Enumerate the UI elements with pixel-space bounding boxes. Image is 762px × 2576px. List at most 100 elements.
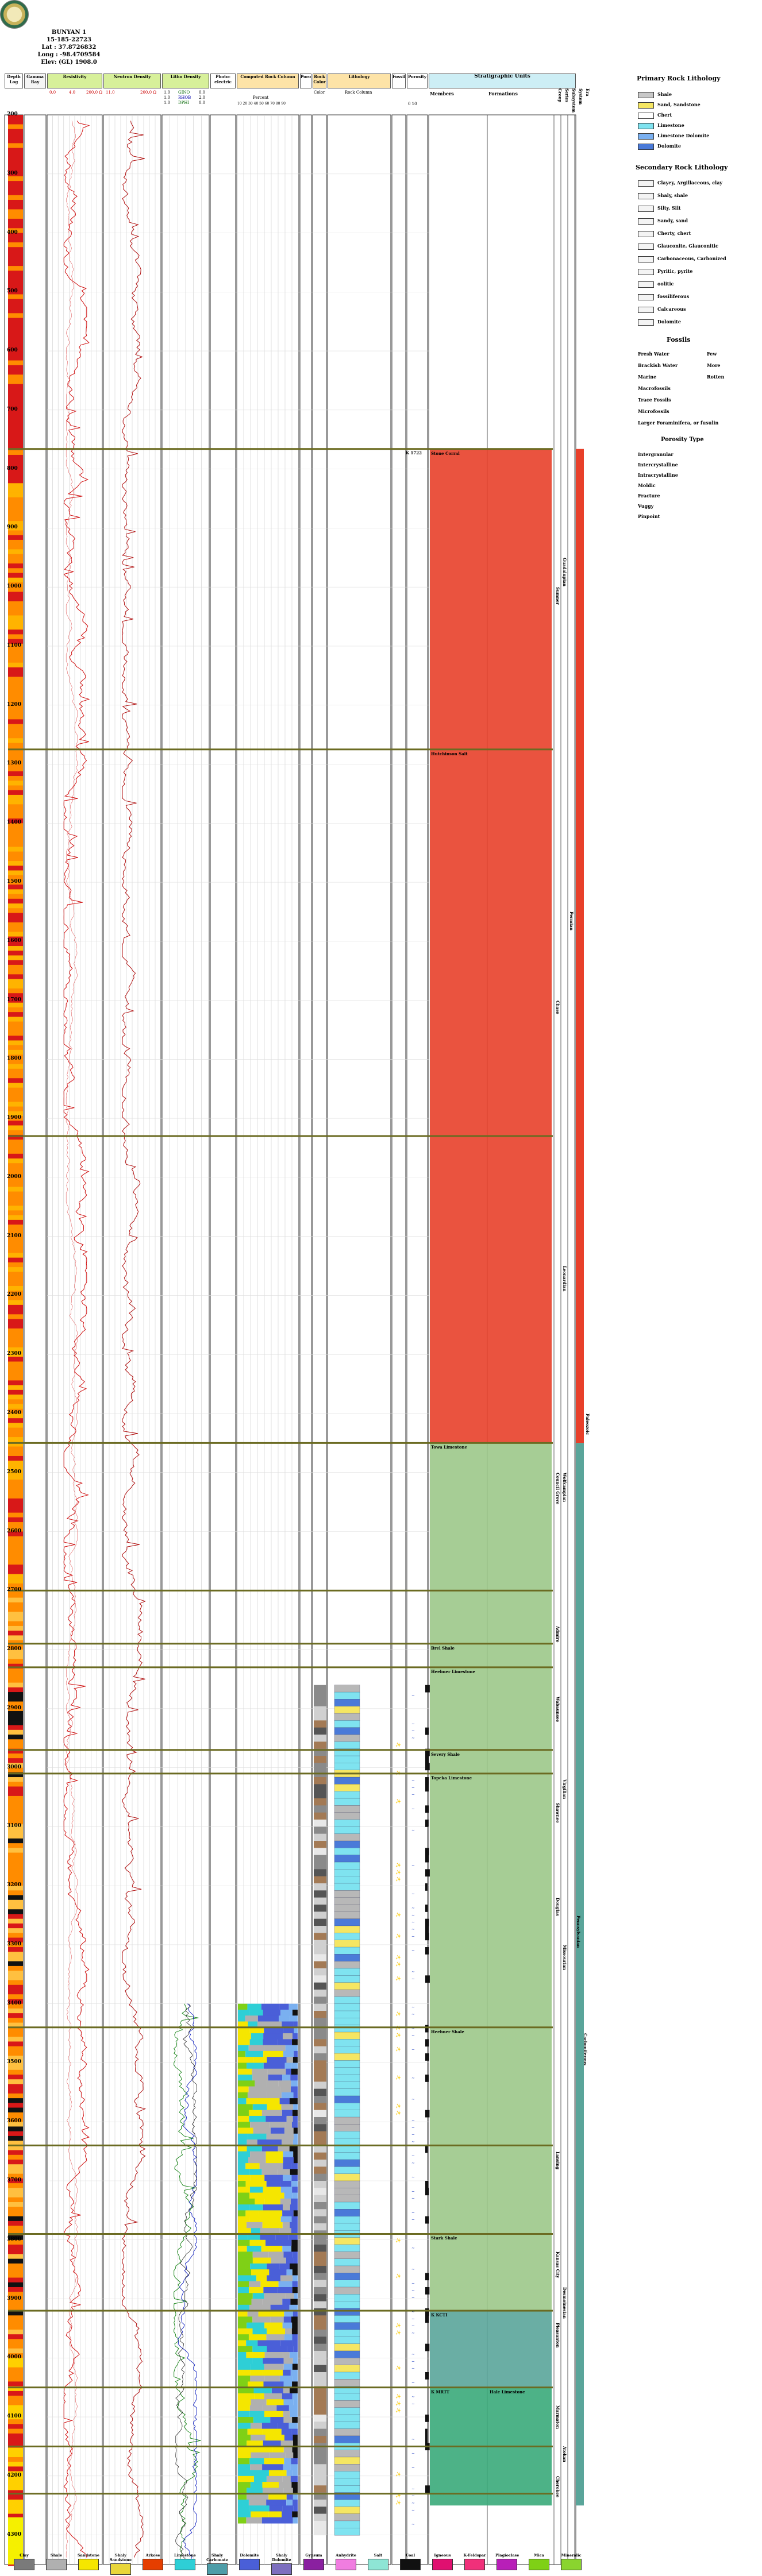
- gamma-block: [8, 1725, 23, 1731]
- gamma-block: [8, 497, 23, 503]
- gamma-block: [8, 549, 23, 555]
- computed-rock-segment: [282, 2322, 293, 2329]
- computed-rock-segment: [263, 2009, 281, 2016]
- lithology-block: [334, 1876, 360, 1884]
- fossil-symbol: ✨: [395, 2323, 401, 2328]
- computed-rock-segment: [292, 2363, 298, 2370]
- gamma-block: [8, 1366, 23, 1372]
- gamma-block: [8, 1144, 23, 1150]
- computed-rock-segment: [291, 2239, 298, 2246]
- gamma-block: [8, 983, 23, 989]
- lithology-block: [334, 2520, 360, 2528]
- rock-color-swatch: [314, 2499, 326, 2507]
- lithology-block: [334, 1840, 360, 1849]
- fossil-abundance-label: Rotten: [707, 374, 725, 380]
- rock-color-swatch: [314, 1897, 326, 1905]
- gamma-block: [8, 2315, 23, 2321]
- bottom-legend-item: Coal: [399, 2553, 422, 2570]
- rock-color-swatch: [314, 2244, 326, 2252]
- computed-rock-segment: [250, 2369, 263, 2376]
- gamma-block: [8, 384, 23, 389]
- computed-rock-segment: [293, 2057, 298, 2063]
- depth-label: 500: [7, 288, 18, 295]
- gamma-block: [8, 483, 23, 489]
- gamma-block: [8, 148, 23, 153]
- rock-color-swatch: [314, 2152, 326, 2160]
- gamma-block: [8, 2287, 23, 2292]
- legend-swatch: [638, 91, 654, 98]
- computed-rock-segment: [251, 2033, 264, 2040]
- porosity-symbol: ∼: [411, 2501, 415, 2505]
- lithology-block: [334, 2513, 360, 2521]
- computed-rock-segment: [262, 2299, 283, 2305]
- bottom-legend-label: Mica: [534, 2553, 544, 2558]
- gamma-block: [8, 715, 23, 720]
- gamma-block: [8, 1036, 23, 1041]
- computed-rock-segment: [293, 2311, 298, 2317]
- lithology-block: [334, 2464, 360, 2472]
- gamma-block: [8, 889, 23, 895]
- computed-rock-segment: [286, 2257, 294, 2264]
- gamma-block: [8, 2263, 23, 2269]
- porosity-symbol: ∼: [411, 2125, 415, 2130]
- computed-rock-segment: [261, 2169, 278, 2176]
- lithology-block: [334, 2244, 360, 2252]
- porosity-symbol: ∼: [411, 2267, 415, 2272]
- legend-label: Dolomite: [657, 319, 681, 325]
- rock-color-swatch: [314, 2039, 326, 2047]
- computed-rock-segment: [280, 2275, 293, 2282]
- computed-rock-segment: [253, 2057, 267, 2063]
- gamma-block: [8, 1508, 23, 1513]
- rock-color-swatch: [314, 1763, 326, 1771]
- lithology-block: [334, 2322, 360, 2330]
- computed-rock-segment: [291, 2328, 298, 2335]
- rock-color-swatch: [314, 1692, 326, 1700]
- legend-swatch: [638, 143, 654, 150]
- rock-color-swatch: [314, 2478, 326, 2486]
- group-label: Wabaunsee: [555, 1697, 560, 1723]
- gamma-block: [8, 728, 23, 734]
- computed-rock-segment: [257, 2015, 279, 2022]
- lithology-block: [334, 1940, 360, 1948]
- gamma-block: [8, 2197, 23, 2203]
- bottom-legend-swatch: [271, 2563, 292, 2575]
- legend-label: Vuggy: [638, 503, 654, 509]
- lithology-block: [334, 1755, 360, 1764]
- gamma-block: [8, 573, 23, 578]
- bottom-legend-item: Shaly Sandstone: [109, 2553, 132, 2575]
- gamma-block: [8, 544, 23, 550]
- computed-rock-segment: [290, 2411, 298, 2417]
- lithology-block: [334, 2088, 360, 2096]
- porosity-symbol: ∼: [411, 2380, 415, 2385]
- legend-label: Limestone Dolomite: [657, 133, 710, 138]
- computed-rock-segment: [268, 2075, 282, 2081]
- legend-label: Dolomite: [657, 143, 681, 149]
- legend-swatch: [638, 112, 654, 119]
- gamma-block: [8, 2159, 23, 2165]
- formation-top-line: [8, 1589, 553, 1592]
- rock-color-swatch: [314, 2421, 326, 2430]
- gamma-block: [8, 1272, 23, 1277]
- porosity-symbol: ∼: [411, 2401, 415, 2406]
- gamma-block: [8, 2447, 23, 2453]
- rock-color-swatch: [314, 2428, 326, 2436]
- gamma-block: [8, 1905, 23, 1910]
- computed-rock-segment: [289, 2352, 298, 2358]
- computed-rock-segment: [250, 2434, 265, 2441]
- bottom-legend-item: Anhydrite: [334, 2553, 357, 2570]
- computed-rock-segment: [279, 2098, 290, 2104]
- gamma-block: [8, 1064, 23, 1069]
- computed-rock-segment: [238, 2163, 246, 2169]
- legend-label: Brackish Water: [638, 362, 678, 368]
- computed-rock-segment: [293, 2157, 298, 2164]
- gamma-block: [8, 280, 23, 285]
- shading-bar: [425, 2039, 429, 2047]
- computed-rock-segment: [260, 2216, 281, 2223]
- gamma-block: [8, 516, 23, 522]
- bottom-legend-item: Shaly Dolomite: [270, 2553, 293, 2575]
- gamma-block: [8, 620, 23, 625]
- gamma-block: [8, 1310, 23, 1315]
- computed-rock-segment: [292, 2110, 298, 2117]
- bottom-legend-label: Plagioclase: [495, 2553, 519, 2558]
- gamma-block: [8, 1928, 23, 1933]
